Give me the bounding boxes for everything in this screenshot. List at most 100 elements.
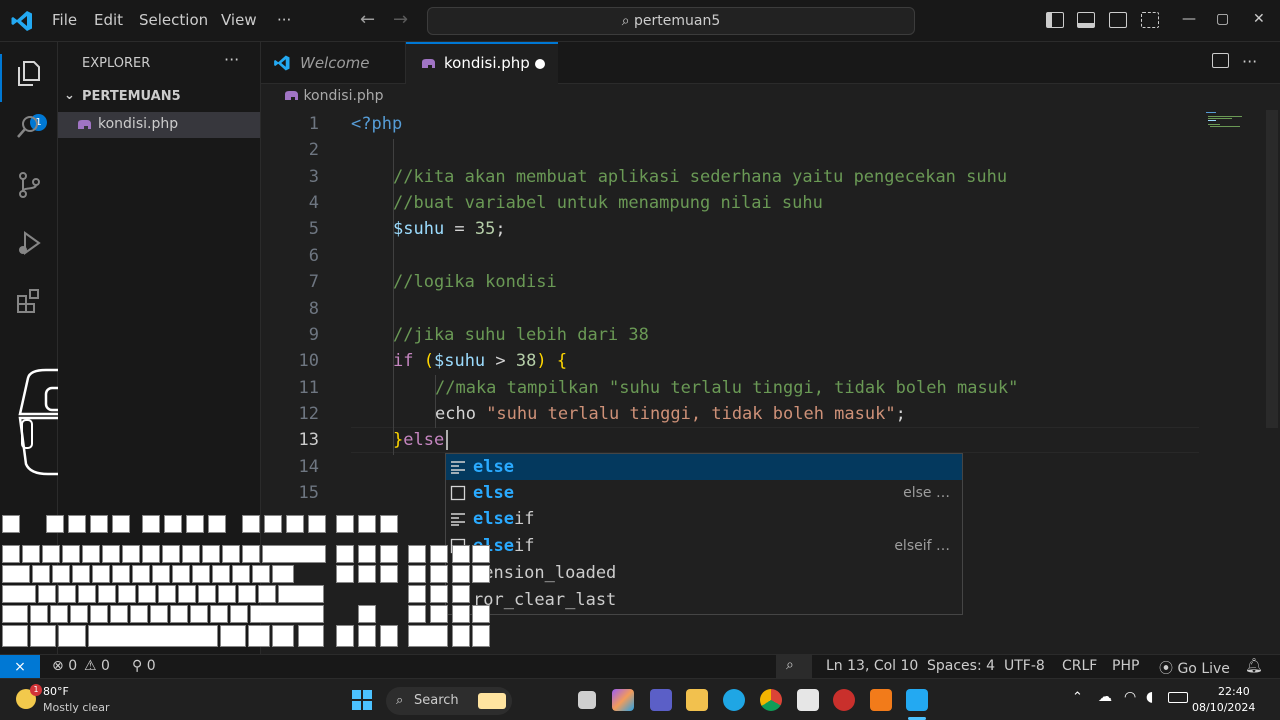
command-center-search[interactable]: ⌕ pertemuan5 — [427, 7, 915, 35]
editor-scrollbar[interactable] — [1266, 110, 1278, 428]
code-line-4: 4//buat variabel untuk menampung nilai s… — [261, 190, 1280, 216]
keyboard-key — [358, 625, 376, 647]
weather-temp[interactable]: 80°F — [43, 685, 69, 698]
editor-more-icon[interactable]: ··· — [1242, 52, 1257, 71]
menu-more[interactable]: ··· — [277, 11, 291, 29]
suggestion-match: else — [473, 483, 514, 503]
maximize-icon[interactable]: ▢ — [1216, 11, 1229, 27]
file-explorer-icon[interactable] — [686, 689, 708, 711]
ports-indicator[interactable]: ⚲ 0 — [132, 658, 156, 674]
suggestion-item[interactable]: tension_loaded — [446, 560, 962, 586]
breadcrumb-file: kondisi.php — [303, 88, 384, 104]
remote-indicator-icon[interactable]: ⨯ — [0, 655, 40, 679]
keyboard-key — [380, 625, 398, 647]
keyboard-key — [408, 545, 426, 563]
toggle-primary-sidebar-icon[interactable] — [1046, 12, 1064, 28]
keyboard-key — [430, 545, 448, 563]
search-icon: ⌕ — [621, 13, 630, 29]
explorer-more-icon[interactable]: ··· — [224, 50, 239, 69]
explorer-icon[interactable] — [14, 58, 44, 88]
encoding[interactable]: UTF-8 — [1004, 658, 1045, 674]
wifi-icon[interactable]: ◠ — [1124, 689, 1136, 705]
keyboard-key — [50, 605, 68, 623]
taskbar-search[interactable]: ⌕ Search — [386, 687, 512, 715]
keyboard-key — [252, 565, 270, 583]
end-of-line[interactable]: CRLF — [1062, 658, 1097, 674]
errors-count: 0 — [68, 658, 78, 674]
keyboard-key — [88, 625, 218, 647]
battery-icon[interactable] — [1168, 692, 1188, 703]
keyboard-key — [164, 515, 182, 533]
keyboard-key — [130, 605, 148, 623]
keyboard-key — [308, 515, 326, 533]
onedrive-cloud-icon[interactable]: ☁ — [1098, 689, 1112, 705]
code-text: echo "suhu terlalu tinggi, tidak boleh m… — [435, 404, 906, 424]
keyboard-key — [178, 585, 196, 603]
clock-date[interactable]: 08/10/2024 — [1192, 701, 1255, 714]
windows-start-icon[interactable] — [352, 690, 372, 710]
keyboard-key — [286, 515, 304, 533]
store-icon[interactable] — [797, 689, 819, 711]
keyboard-key — [22, 545, 40, 563]
chrome-icon[interactable] — [760, 689, 782, 711]
code-text: //logika kondisi — [393, 272, 557, 292]
xampp-icon[interactable] — [870, 689, 892, 711]
menu-edit[interactable]: Edit — [94, 11, 123, 29]
search-icon[interactable] — [14, 112, 44, 142]
tab-welcome-label: Welcome — [300, 54, 370, 72]
zoom-icon[interactable]: ⌕ — [776, 655, 812, 679]
notifications-bell-icon[interactable]: 🔔︎ — [1245, 658, 1263, 674]
tab-kondisi-php[interactable]: kondisi.php — [406, 42, 558, 85]
suggestion-item[interactable]: else — [446, 454, 962, 480]
suggestion-item[interactable]: else else … — [446, 480, 962, 506]
copilot-icon[interactable] — [612, 689, 634, 711]
tab-welcome[interactable]: Welcome — [261, 42, 406, 84]
code-line-7: 7//logika kondisi — [261, 269, 1280, 295]
menu-selection[interactable]: Selection — [139, 11, 208, 29]
suggestion-rest: if — [513, 536, 535, 556]
file-kondisi-php[interactable]: kondisi.php — [58, 112, 260, 138]
code-line-3: 3//kita akan membuat aplikasi sederhana … — [261, 164, 1280, 190]
problems-warnings[interactable]: ⚠ 0 — [84, 658, 110, 674]
teams-icon[interactable] — [650, 689, 672, 711]
minimize-icon[interactable]: — — [1182, 11, 1196, 27]
close-icon[interactable]: ✕ — [1253, 11, 1265, 27]
extensions-icon[interactable] — [14, 286, 44, 316]
menu-view[interactable]: View — [221, 11, 257, 29]
task-view-icon[interactable] — [578, 691, 596, 709]
back-arrow-icon[interactable]: ← — [360, 9, 375, 30]
minimap[interactable] — [1204, 110, 1248, 130]
source-control-icon[interactable] — [14, 170, 44, 200]
chevron-up-icon[interactable]: ⌃ — [1072, 690, 1083, 705]
clock-time[interactable]: 22:40 — [1218, 685, 1250, 698]
forward-arrow-icon[interactable]: → — [393, 9, 408, 30]
language-mode[interactable]: PHP — [1112, 658, 1139, 674]
suggestion-item[interactable]: ror_clear_last — [446, 587, 962, 613]
suggestion-item[interactable]: elseif — [446, 506, 962, 532]
menu-file[interactable]: File — [52, 11, 77, 29]
keyboard-key — [98, 585, 116, 603]
toggle-panel-icon[interactable] — [1077, 12, 1095, 28]
indentation[interactable]: Spaces: 4 — [927, 658, 995, 674]
keyboard-key — [58, 625, 86, 647]
vscode-logo-icon — [11, 11, 32, 31]
unsaved-dot-icon[interactable] — [535, 59, 545, 69]
problems-errors[interactable]: ⊗ 0 — [52, 658, 77, 674]
edge-icon[interactable] — [723, 689, 745, 711]
volume-icon[interactable]: ◖ — [1146, 689, 1153, 705]
keyboard-key — [202, 545, 220, 563]
breadcrumb[interactable]: kondisi.php — [283, 88, 384, 104]
go-live-button[interactable]: ⦿ Go Live — [1159, 658, 1230, 678]
keyboard-key — [336, 565, 354, 583]
customize-layout-icon[interactable] — [1141, 12, 1159, 28]
vscode-taskbar-icon[interactable] — [906, 689, 928, 711]
suggestion-item[interactable]: elseif elseif … — [446, 533, 962, 559]
weather-desc[interactable]: Mostly clear — [43, 701, 109, 714]
recorder-icon[interactable] — [833, 689, 855, 711]
run-debug-icon[interactable] — [14, 228, 44, 258]
cursor-position[interactable]: Ln 13, Col 10 — [826, 658, 918, 674]
split-editor-icon[interactable] — [1212, 53, 1229, 68]
toggle-secondary-sidebar-icon[interactable] — [1109, 12, 1127, 28]
folder-pertemuan5[interactable]: ⌄ PERTEMUAN5 — [58, 86, 261, 108]
keyboard-key — [242, 515, 260, 533]
